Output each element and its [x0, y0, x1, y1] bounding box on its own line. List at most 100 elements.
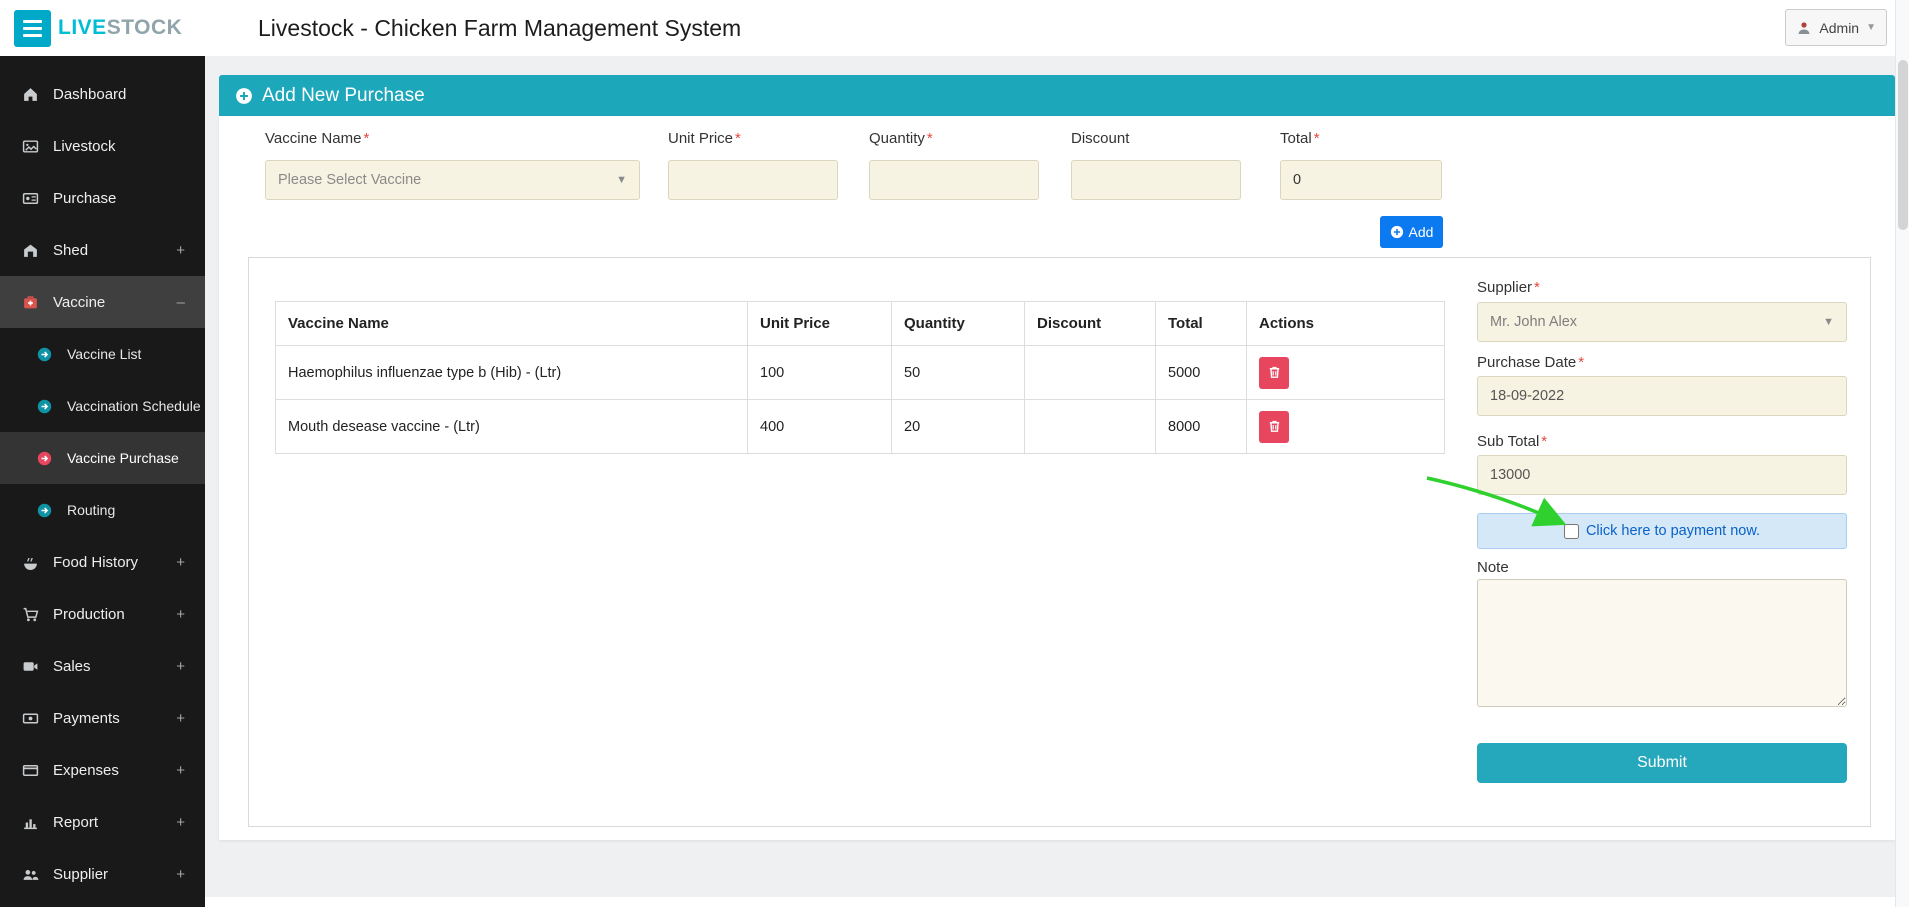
sidebar-subitem-vaccination-schedule[interactable]: Vaccination Schedule: [0, 380, 205, 432]
logo-text-primary: LIVE: [58, 16, 107, 39]
logo-text-secondary: STOCK: [107, 16, 183, 39]
purchase-date-label: Purchase Date*: [1477, 354, 1584, 371]
submit-button[interactable]: Submit: [1477, 743, 1847, 783]
top-bar: LIVESTOCK Livestock - Chicken Farm Manag…: [0, 0, 1909, 56]
purchase-items-container: Vaccine Name Unit Price Quantity Discoun…: [248, 257, 1871, 827]
sidebar-item-food-history[interactable]: Food History +: [0, 536, 205, 588]
main-content: Add New Purchase Vaccine Name* Please Se…: [205, 56, 1895, 907]
sidebar-subitem-vaccine-list[interactable]: Vaccine List: [0, 328, 205, 380]
footer: [205, 897, 1895, 907]
plus-circle-icon: [235, 87, 253, 105]
hamburger-menu-button[interactable]: [14, 10, 51, 47]
scrollbar[interactable]: [1895, 0, 1909, 907]
cell-unit-price: 400: [748, 400, 892, 454]
panel-header: Add New Purchase: [219, 75, 1895, 116]
discount-label: Discount: [1071, 130, 1129, 147]
scrollbar-thumb[interactable]: [1898, 60, 1908, 230]
quantity-label: Quantity*: [869, 130, 933, 147]
sidebar-item-production[interactable]: Production +: [0, 588, 205, 640]
admin-label: Admin: [1819, 20, 1859, 36]
payment-now-box[interactable]: Click here to payment now.: [1477, 513, 1847, 549]
delete-row-button[interactable]: [1259, 411, 1289, 443]
total-input[interactable]: [1280, 160, 1442, 200]
cell-unit-price: 100: [748, 346, 892, 400]
chevron-down-icon: ▼: [1866, 22, 1876, 33]
vaccine-name-label: Vaccine Name*: [265, 130, 369, 147]
sidebar-item-expenses[interactable]: Expenses +: [0, 744, 205, 796]
payment-now-checkbox[interactable]: [1564, 524, 1579, 539]
image-icon: [22, 138, 39, 155]
sidebar: Dashboard Livestock Purchase Shed + Vacc…: [0, 56, 205, 907]
cell-total: 8000: [1156, 400, 1247, 454]
arrow-circle-right-icon: [36, 346, 53, 363]
page-title: Livestock - Chicken Farm Management Syst…: [258, 0, 741, 56]
trash-icon: [1267, 419, 1282, 434]
quantity-input[interactable]: [869, 160, 1039, 200]
payment-now-label: Click here to payment now.: [1586, 523, 1760, 539]
id-card-icon: [22, 190, 39, 207]
sidebar-item-report[interactable]: Report +: [0, 796, 205, 848]
user-icon: [1796, 20, 1812, 36]
col-header-vaccine-name: Vaccine Name: [276, 302, 748, 346]
cell-discount: [1025, 346, 1156, 400]
sidebar-item-livestock[interactable]: Livestock: [0, 120, 205, 172]
add-button[interactable]: Add: [1380, 216, 1443, 248]
cell-vaccine-name: Mouth desease vaccine - (Ltr): [276, 400, 748, 454]
credit-card-icon: [22, 762, 39, 779]
delete-row-button[interactable]: [1259, 357, 1289, 389]
total-label: Total*: [1280, 130, 1320, 147]
discount-input[interactable]: [1071, 160, 1241, 200]
sidebar-item-purchase[interactable]: Purchase: [0, 172, 205, 224]
purchase-items-table: Vaccine Name Unit Price Quantity Discoun…: [275, 301, 1445, 454]
note-textarea[interactable]: [1477, 579, 1847, 707]
col-header-unit-price: Unit Price: [748, 302, 892, 346]
money-icon: [22, 710, 39, 727]
cell-vaccine-name: Haemophilus influenzae type b (Hib) - (L…: [276, 346, 748, 400]
table-row: Haemophilus influenzae type b (Hib) - (L…: [276, 346, 1445, 400]
vaccine-kit-icon: [22, 294, 39, 311]
table-row: Mouth desease vaccine - (Ltr) 400 20 800…: [276, 400, 1445, 454]
cart-icon: [22, 606, 39, 623]
sidebar-item-supplier[interactable]: Supplier +: [0, 848, 205, 900]
sidebar-item-payments[interactable]: Payments +: [0, 692, 205, 744]
supplier-select-value: Mr. John Alex: [1490, 314, 1577, 330]
purchase-date-input[interactable]: [1477, 376, 1847, 416]
shed-icon: [22, 242, 39, 259]
col-header-actions: Actions: [1247, 302, 1445, 346]
cell-total: 5000: [1156, 346, 1247, 400]
supplier-select[interactable]: Mr. John Alex ▼: [1477, 302, 1847, 342]
bar-chart-icon: [22, 814, 39, 831]
sidebar-subitem-vaccine-purchase[interactable]: Vaccine Purchase: [0, 432, 205, 484]
sidebar-subitem-routing[interactable]: Routing: [0, 484, 205, 536]
app-logo[interactable]: LIVESTOCK: [58, 0, 182, 56]
unit-price-input[interactable]: [668, 160, 838, 200]
cell-quantity: 20: [892, 400, 1025, 454]
sidebar-item-shed[interactable]: Shed +: [0, 224, 205, 276]
chevron-down-icon: ▼: [616, 174, 627, 186]
sidebar-item-vaccine[interactable]: Vaccine –: [0, 276, 205, 328]
video-icon: [22, 658, 39, 675]
admin-dropdown[interactable]: Admin ▼: [1785, 9, 1887, 46]
home-icon: [22, 86, 39, 103]
sidebar-item-dashboard[interactable]: Dashboard: [0, 68, 205, 120]
vaccine-select-value: Please Select Vaccine: [278, 172, 421, 188]
sub-total-label: Sub Total*: [1477, 433, 1547, 450]
panel-title: Add New Purchase: [262, 85, 425, 107]
collapse-minus-icon: –: [177, 294, 185, 311]
arrow-circle-right-icon: [36, 450, 53, 467]
supplier-label: Supplier*: [1477, 279, 1540, 296]
vaccine-select[interactable]: Please Select Vaccine ▼: [265, 160, 640, 200]
col-header-quantity: Quantity: [892, 302, 1025, 346]
sub-total-input[interactable]: [1477, 455, 1847, 495]
table-header-row: Vaccine Name Unit Price Quantity Discoun…: [276, 302, 1445, 346]
cell-discount: [1025, 400, 1156, 454]
panel-body: Vaccine Name* Please Select Vaccine ▼ Un…: [219, 116, 1895, 840]
cell-quantity: 50: [892, 346, 1025, 400]
trash-icon: [1267, 365, 1282, 380]
users-icon: [22, 866, 39, 883]
sidebar-item-sales[interactable]: Sales +: [0, 640, 205, 692]
unit-price-label: Unit Price*: [668, 130, 741, 147]
chevron-down-icon: ▼: [1823, 316, 1834, 328]
arrow-circle-right-icon: [36, 502, 53, 519]
col-header-total: Total: [1156, 302, 1247, 346]
